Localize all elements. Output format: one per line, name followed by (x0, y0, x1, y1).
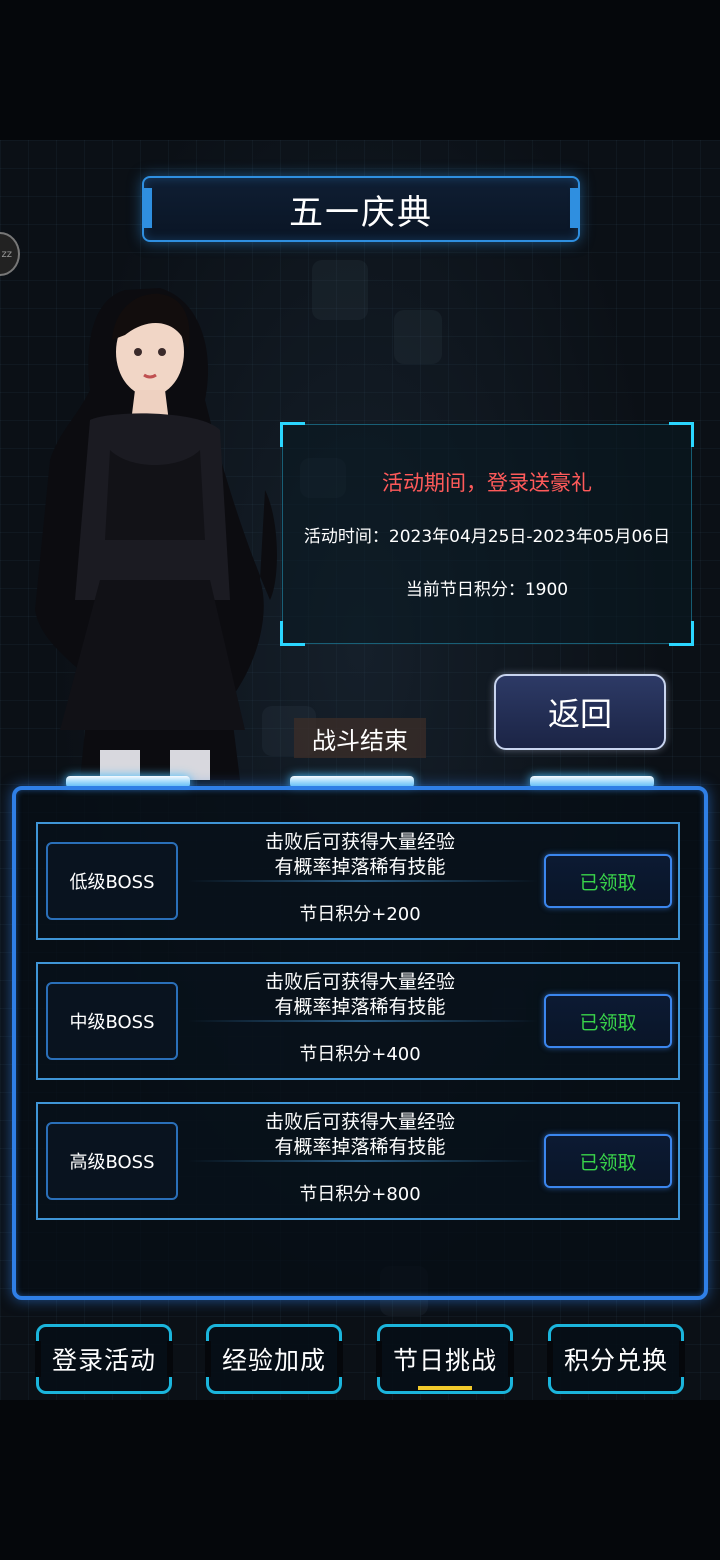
festival-points: 当前节日积分：1900 (405, 580, 569, 600)
divider (188, 1160, 538, 1162)
tab-festival-challenge[interactable]: 节日挑战 (376, 1324, 514, 1394)
event-info-panel: 活动期间，登录送豪礼 活动时间：2023年04月25日-2023年05月06日 … (280, 422, 694, 646)
boss-description: 击败后可获得大量经验 有概率掉落稀有技能 (228, 1110, 492, 1160)
boss-desc-line-1: 击败后可获得大量经验 (264, 971, 455, 993)
back-button[interactable]: 返回 (494, 674, 666, 750)
panel-corner (280, 621, 305, 646)
side-badge-label: zz (1, 248, 13, 260)
boss-description: 击败后可获得大量经验 有概率掉落稀有技能 (228, 970, 492, 1020)
boss-reward-points: 节日积分+400 (299, 1044, 421, 1065)
event-date: 活动时间：2023年04月25日-2023年05月06日 (303, 527, 671, 547)
boss-reward-points: 节日积分+800 (299, 1184, 421, 1205)
battle-over-text: 战斗结束 (312, 726, 408, 755)
divider (188, 880, 538, 882)
boss-name: 高级BOSS (46, 1122, 178, 1200)
panel-corner (669, 621, 694, 646)
battle-over-label: 战斗结束 (294, 718, 426, 758)
claim-button[interactable]: 已领取 (544, 994, 672, 1048)
tab-login-event[interactable]: 登录活动 (35, 1324, 173, 1394)
boss-row-mid: 中级BOSS 击败后可获得大量经验 有概率掉落稀有技能 节日积分+400 已领取 (36, 962, 680, 1080)
boss-reward-points: 节日积分+200 (299, 904, 421, 925)
boss-description: 击败后可获得大量经验 有概率掉落稀有技能 (228, 830, 492, 880)
claim-button[interactable]: 已领取 (544, 854, 672, 908)
boss-name: 中级BOSS (46, 982, 178, 1060)
boss-row-low: 低级BOSS 击败后可获得大量经验 有概率掉落稀有技能 节日积分+200 已领取 (36, 822, 680, 940)
boss-row-high: 高级BOSS 击败后可获得大量经验 有概率掉落稀有技能 节日积分+800 已领取 (36, 1102, 680, 1220)
active-tab-indicator (418, 1386, 472, 1390)
boss-desc-line-2: 有概率掉落稀有技能 (274, 856, 446, 878)
event-headline: 活动期间，登录送豪礼 (382, 471, 592, 495)
claim-button[interactable]: 已领取 (544, 1134, 672, 1188)
character-portrait (35, 288, 277, 780)
back-button-label: 返回 (547, 695, 612, 733)
boss-desc-line-2: 有概率掉落稀有技能 (274, 996, 446, 1018)
divider (188, 1020, 538, 1022)
panel-corner (280, 422, 305, 447)
boss-desc-line-1: 击败后可获得大量经验 (264, 831, 455, 853)
tab-exp-bonus[interactable]: 经验加成 (205, 1324, 343, 1394)
boss-desc-line-1: 击败后可获得大量经验 (264, 1111, 455, 1133)
boss-desc-line-2: 有概率掉落稀有技能 (274, 1136, 446, 1158)
tab-points-exchange[interactable]: 积分兑换 (547, 1324, 685, 1394)
panel-corner (669, 422, 694, 447)
page-title-text: 五一庆典 (289, 192, 433, 233)
boss-name: 低级BOSS (46, 842, 178, 920)
page-title: 五一庆典 (142, 176, 580, 242)
